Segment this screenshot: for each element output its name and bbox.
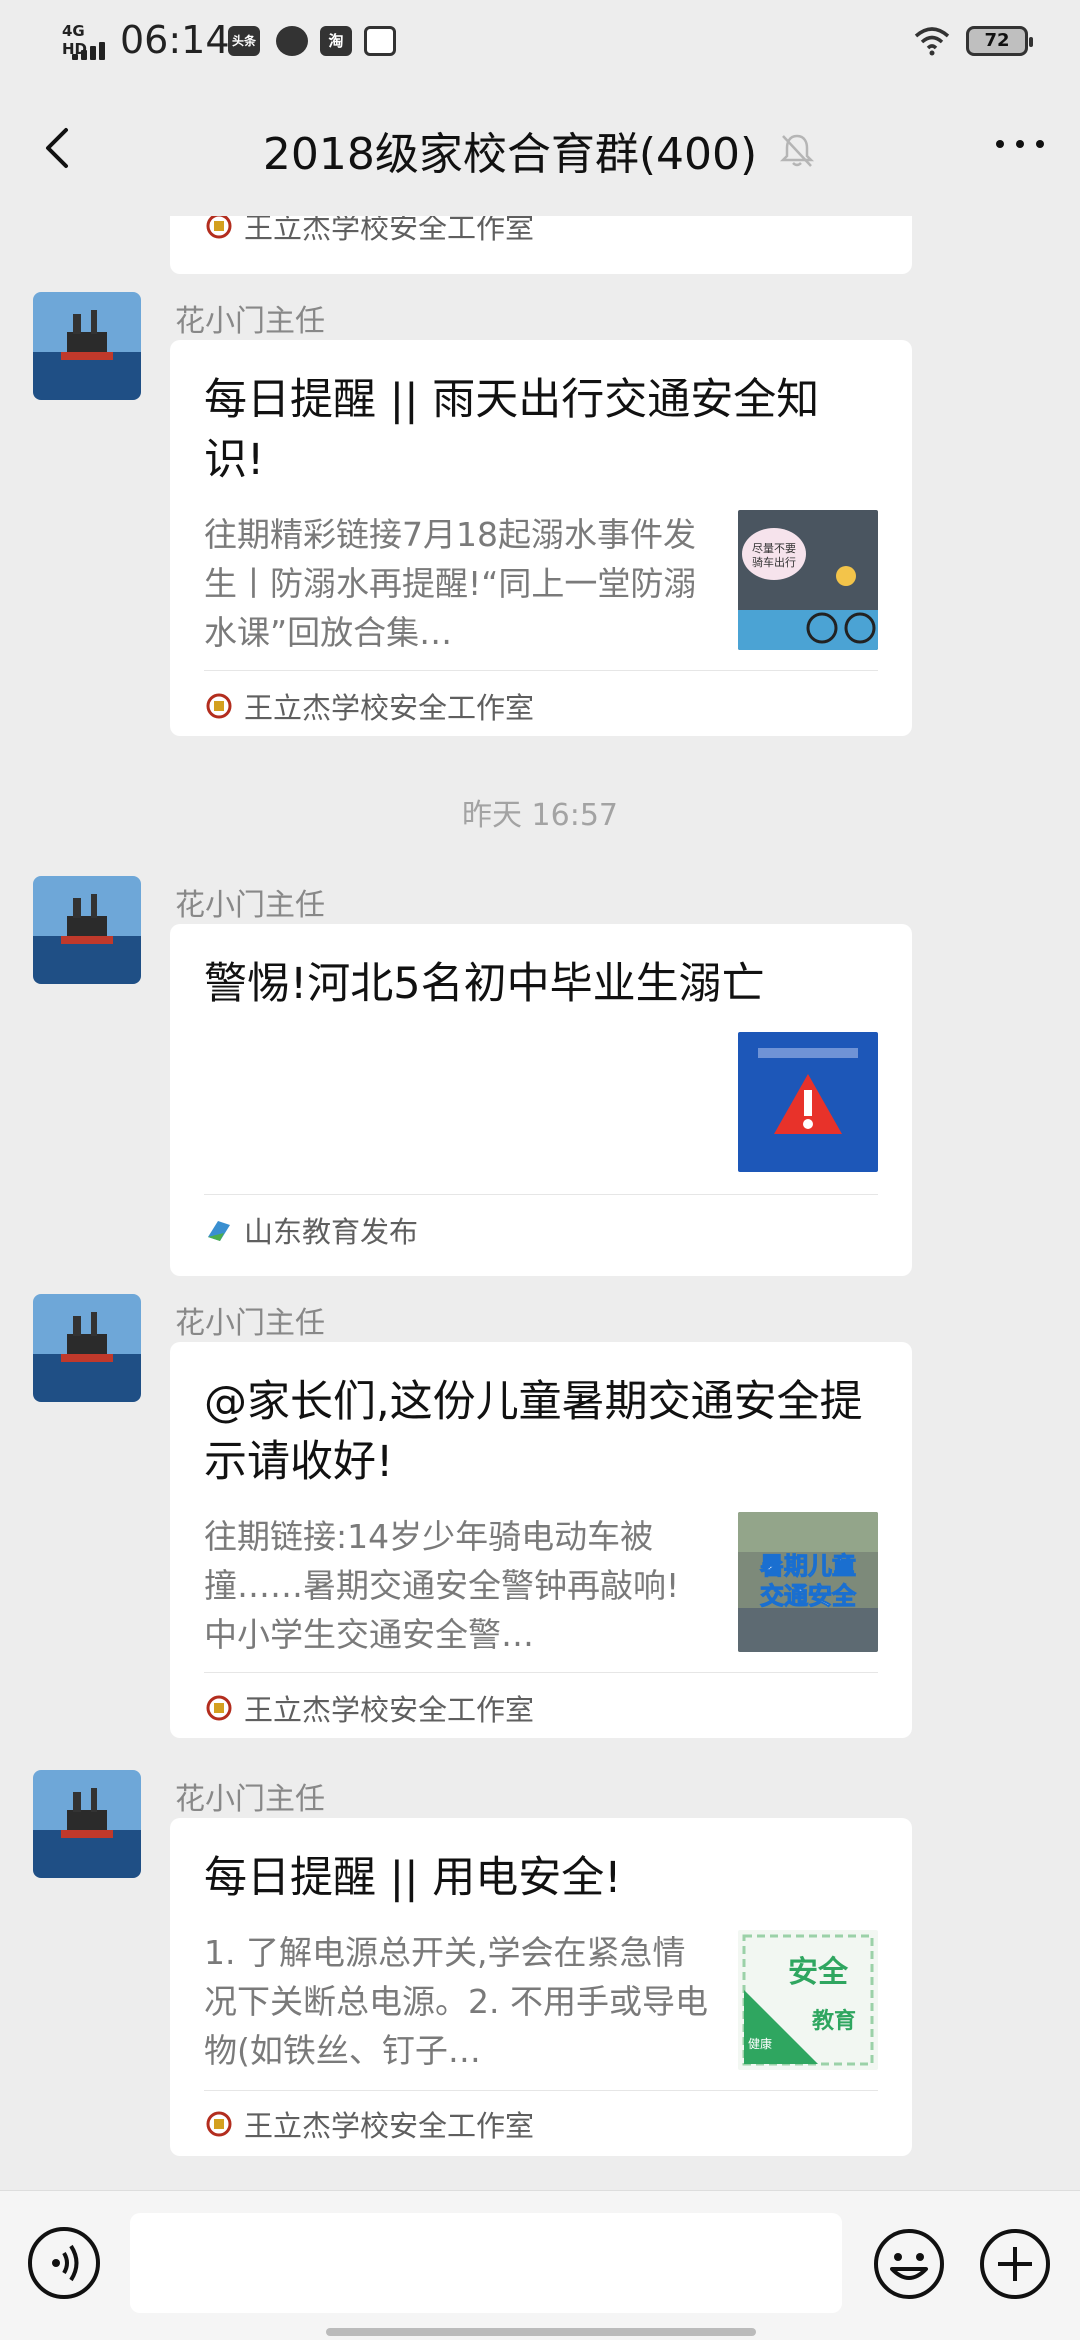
status-time: 06:14	[120, 18, 230, 62]
article-source: 山东教育发布	[204, 1210, 418, 1250]
svg-text:暑期儿童: 暑期儿童	[760, 1552, 856, 1580]
svg-text:尽量不要: 尽量不要	[752, 542, 796, 555]
source-name: 王立杰学校安全工作室	[244, 1693, 535, 1727]
article-card[interactable]: 每日提醒 || 雨天出行交通安全知识! 往期精彩链接7月18起溺水事件发生丨防溺…	[170, 340, 912, 736]
thumb-side-text: 健康	[748, 2036, 772, 2051]
source-name: 王立杰学校安全工作室	[244, 2109, 535, 2143]
toutiao-icon: 头条	[228, 26, 260, 56]
article-thumbnail	[738, 1032, 878, 1172]
chat-screen: 4G HD 06:14 头条 淘 72 2018级家校合育群(400) 王立杰学…	[0, 0, 1080, 2340]
message-list[interactable]: 王立杰学校安全工作室 花小门主任 每日提醒 || 雨天出行交通安全知识! 往期精…	[0, 216, 1080, 2190]
article-source: 王立杰学校安全工作室	[204, 1688, 534, 1728]
svg-text:交通安全: 交通安全	[760, 1582, 857, 1610]
article-thumbnail: 尽量不要 骑车出行	[738, 510, 878, 650]
plus-icon[interactable]	[978, 2227, 1052, 2301]
sender-name: 花小门主任	[175, 1782, 325, 1817]
thumb-main-text: 安全	[788, 1955, 849, 1990]
divider	[204, 1672, 878, 1673]
article-desc: 往期精彩链接7月18起溺水事件发生丨防溺水再提醒!“同上一堂防溺水课”回放合集…	[204, 515, 697, 652]
battery-level: 72	[984, 30, 1010, 51]
source-name: 王立杰学校安全工作室	[244, 216, 535, 245]
source-logo-icon	[204, 1693, 234, 1723]
bell-off-icon	[780, 134, 815, 167]
article-thumbnail: 安全 教育 健康	[738, 1930, 878, 2070]
article-card[interactable]: 每日提醒 || 用电安全! 1. 了解电源总开关,学会在紧急情况下关断总电源。2…	[170, 1818, 912, 2156]
divider	[204, 2090, 878, 2091]
avatar[interactable]	[33, 1770, 141, 1878]
chat-bubble-icon	[276, 26, 308, 56]
sender-name: 花小门主任	[175, 888, 325, 923]
voice-icon[interactable]	[28, 2227, 100, 2299]
message-input[interactable]	[130, 2213, 842, 2313]
search-app-icon	[364, 26, 396, 56]
article-title: @家长们,这份儿童暑期交通安全提示请收好!	[204, 1377, 863, 1487]
page-title[interactable]: 2018级家校合育群(400)	[263, 118, 757, 182]
avatar[interactable]	[33, 292, 141, 400]
chat-title-area: 2018级家校合育群(400)	[0, 118, 1080, 182]
more-dots-icon[interactable]	[990, 124, 1050, 164]
article-thumbnail: 暑期儿童 交通安全	[738, 1512, 878, 1652]
source-logo-icon	[204, 216, 234, 241]
article-title: 每日提醒 || 雨天出行交通安全知识!	[204, 375, 820, 485]
sender-name: 花小门主任	[175, 304, 325, 339]
source-logo-icon	[204, 1215, 234, 1245]
article-source: 王立杰学校安全工作室	[204, 216, 534, 246]
article-card[interactable]: 王立杰学校安全工作室	[170, 216, 912, 274]
status-bar: 4G HD 06:14 头条 淘 72	[0, 0, 1080, 84]
message-timestamp: 昨天 16:57	[462, 798, 618, 833]
taobao-icon: 淘	[320, 26, 352, 56]
article-card[interactable]: @家长们,这份儿童暑期交通安全提示请收好! 往期链接:14岁少年骑电动车被撞………	[170, 1342, 912, 1738]
source-name: 王立杰学校安全工作室	[244, 691, 535, 725]
sender-name: 花小门主任	[175, 1306, 325, 1341]
battery-icon: 72	[966, 26, 1033, 56]
article-title: 每日提醒 || 用电安全!	[204, 1853, 622, 1903]
article-source: 王立杰学校安全工作室	[204, 686, 534, 726]
wifi-icon	[914, 27, 950, 56]
avatar[interactable]	[33, 876, 141, 984]
article-desc: 往期链接:14岁少年骑电动车被撞……暑期交通安全警钟再敲响!中小学生交通安全警…	[204, 1517, 680, 1654]
divider	[204, 670, 878, 671]
svg-text:骑车出行: 骑车出行	[752, 555, 796, 569]
article-source: 王立杰学校安全工作室	[204, 2104, 534, 2144]
article-title: 警惕!河北5名初中毕业生溺亡	[204, 959, 765, 1009]
avatar[interactable]	[33, 1294, 141, 1402]
signal-icon	[72, 42, 112, 60]
article-card[interactable]: 警惕!河北5名初中毕业生溺亡 山东教育发布	[170, 924, 912, 1276]
source-logo-icon	[204, 691, 234, 721]
network-indicator: 4G HD	[62, 22, 112, 60]
thumb-sub-text: 教育	[812, 2008, 856, 2034]
input-bar	[0, 2190, 1080, 2340]
home-indicator[interactable]	[326, 2328, 756, 2336]
chat-header: 2018级家校合育群(400)	[0, 84, 1080, 216]
article-desc: 1. 了解电源总开关,学会在紧急情况下关断总电源。2. 不用手或导电物(如铁丝、…	[204, 1933, 708, 2070]
source-name: 山东教育发布	[244, 1215, 419, 1249]
divider	[204, 1194, 878, 1195]
emoji-icon[interactable]	[872, 2227, 946, 2301]
source-logo-icon	[204, 2109, 234, 2139]
